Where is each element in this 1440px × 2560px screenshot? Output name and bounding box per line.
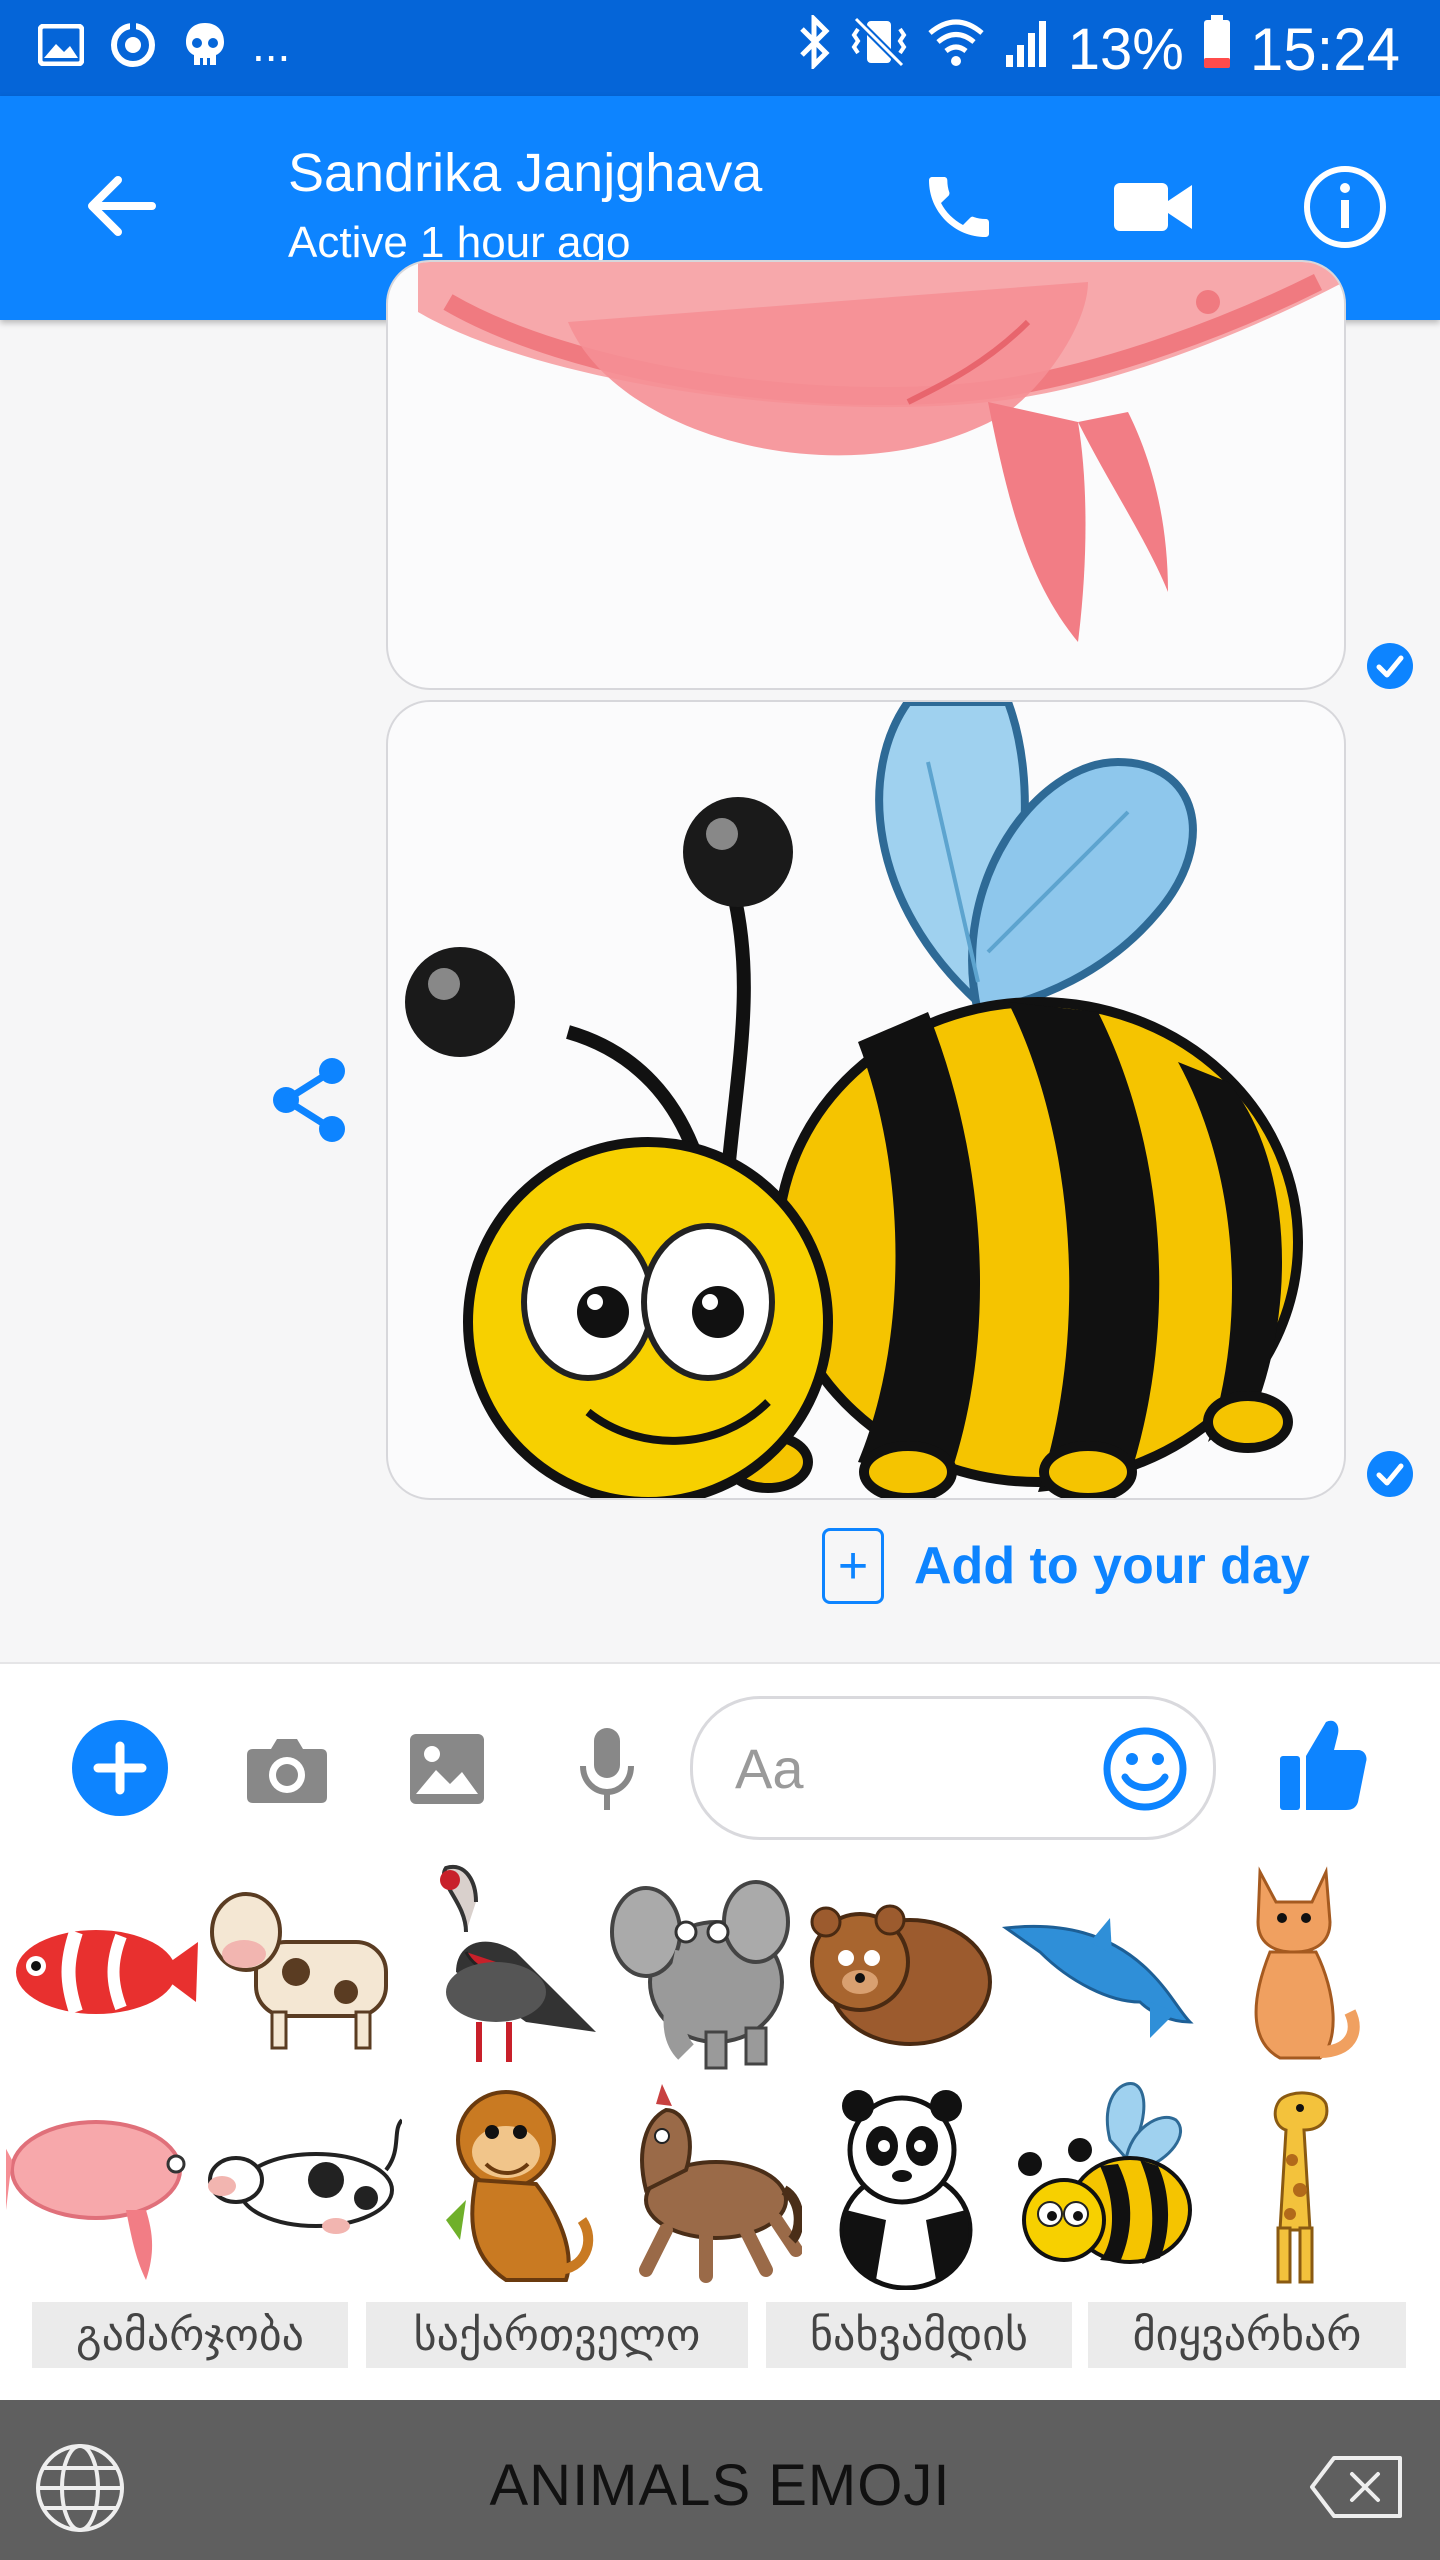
add-to-day-button[interactable]: + Add to your day	[822, 1528, 1310, 1604]
suggestion-chip[interactable]: გამარჯობა	[32, 2302, 348, 2368]
message-sticker-pink-fish[interactable]	[386, 260, 1346, 690]
microphone-icon[interactable]	[562, 1726, 652, 1812]
suggestion-chip[interactable]: ნახვამდის	[766, 2302, 1072, 2368]
seen-check-icon	[1366, 642, 1414, 690]
seen-check-icon	[1366, 1450, 1414, 1498]
status-left-icons: ...	[36, 20, 290, 70]
sticker-dolphin[interactable]	[1000, 1862, 1196, 2072]
phone-icon[interactable]	[904, 152, 1014, 262]
sticker-turkey[interactable]	[406, 1862, 602, 2072]
sticker-clownfish[interactable]	[6, 1862, 202, 2072]
status-bar: ... 13% 15:24	[0, 0, 1440, 96]
sticker-cow[interactable]	[206, 1862, 402, 2072]
suggestion-strip: გამარჯობა საქართველო ნახვამდის მიყვარხარ	[0, 2294, 1440, 2400]
add-to-day-label: Add to your day	[914, 1537, 1310, 1595]
suggestion-chip[interactable]: საქართველო	[366, 2302, 748, 2368]
sticker-bear[interactable]	[800, 1862, 996, 2072]
message-sticker-bee[interactable]	[386, 700, 1346, 1500]
message-input[interactable]	[733, 1729, 1037, 1807]
sticker-horse[interactable]	[606, 2080, 804, 2290]
bee-sticker	[405, 702, 1303, 1498]
camera-icon[interactable]	[242, 1726, 332, 1812]
sticker-bee[interactable]	[1000, 2080, 1196, 2290]
bluetooth-icon	[798, 12, 832, 83]
sticker-monkey[interactable]	[406, 2080, 602, 2290]
gallery-icon	[36, 20, 86, 70]
contact-name[interactable]: Sandrika Janjghava	[288, 142, 762, 204]
plus-icon[interactable]	[72, 1720, 168, 1816]
status-right: 13% 15:24	[798, 12, 1400, 84]
message-field[interactable]	[690, 1696, 1216, 1840]
emoji-icon[interactable]	[1101, 1725, 1189, 1813]
composer-bar	[0, 1662, 1440, 1844]
sync-icon	[108, 20, 158, 70]
back-arrow-icon[interactable]	[70, 156, 170, 256]
suggestion-chip[interactable]: მიყვარხარ	[1088, 2302, 1406, 2368]
video-camera-icon[interactable]	[1098, 152, 1208, 262]
backspace-icon[interactable]	[1308, 2454, 1404, 2520]
pink-fish-sticker	[418, 262, 1344, 642]
share-icon[interactable]	[270, 1055, 350, 1145]
image-icon[interactable]	[402, 1726, 492, 1812]
status-overflow: ...	[252, 19, 291, 71]
sticker-panda[interactable]	[806, 2080, 1002, 2291]
clock: 15:24	[1249, 15, 1400, 83]
keyboard-title: ANIMALS EMOJI	[489, 2453, 951, 2518]
wifi-icon	[926, 15, 986, 83]
battery-percent: 13%	[1067, 16, 1184, 82]
keyboard-bottom-bar: ANIMALS EMOJI	[0, 2400, 1440, 2560]
sticker-lying-cow[interactable]	[206, 2080, 404, 2290]
battery-icon	[1202, 14, 1232, 84]
thumbs-up-icon[interactable]	[1278, 1716, 1378, 1816]
add-story-icon: +	[822, 1528, 884, 1604]
sticker-elephant[interactable]	[606, 1862, 802, 2072]
sticker-giraffe[interactable]	[1230, 2080, 1380, 2290]
info-icon[interactable]	[1290, 152, 1400, 262]
sticker-cat[interactable]	[1220, 1862, 1390, 2072]
signal-icon	[1004, 16, 1050, 83]
skull-icon	[180, 20, 230, 70]
sticker-pink-fish[interactable]	[0, 2080, 202, 2290]
vibrate-icon	[850, 15, 908, 83]
